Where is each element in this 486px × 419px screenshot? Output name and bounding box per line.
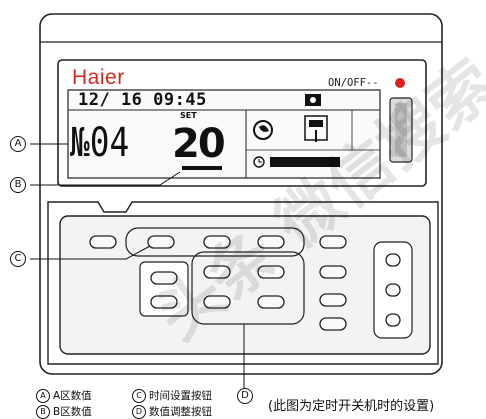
figure-caption: (此图为定时开关机时的设置) <box>268 399 435 414</box>
zone-a-value: №04 <box>70 120 130 166</box>
legend-text-c: 时间设置按钮 <box>149 390 212 402</box>
brand-logo: Haier <box>72 66 125 89</box>
button-2[interactable] <box>147 235 175 249</box>
button-1[interactable] <box>89 235 117 249</box>
legend-text-b: B区数值 <box>53 406 92 418</box>
unit-icon-detail <box>309 120 323 127</box>
callout-c: C <box>10 251 26 267</box>
legend-text-d: 数值调整按钮 <box>149 406 212 418</box>
legend-text-a: A区数值 <box>53 390 92 402</box>
callout-b: B <box>10 177 26 193</box>
callout-d: D <box>237 388 253 404</box>
legend-marker-b: B <box>36 405 50 419</box>
legend-item-b: B B区数值 <box>36 404 92 419</box>
right-button-2[interactable] <box>385 283 401 297</box>
right-button-1[interactable] <box>385 253 401 267</box>
button-12[interactable] <box>319 317 347 331</box>
button-11[interactable] <box>319 293 347 307</box>
mode-indicator-dot-icon <box>310 97 316 103</box>
button-8[interactable] <box>319 265 347 279</box>
legend-marker-c: C <box>132 389 146 403</box>
legend-marker-a: A <box>36 389 50 403</box>
legend-item-c: C 时间设置按钮 <box>132 388 212 403</box>
zone-b-value: 20 <box>172 121 226 167</box>
legend-item-a: A A区数值 <box>36 388 92 403</box>
on-off-label: ON/OFF-- <box>328 77 379 89</box>
set-label: SET <box>180 111 197 120</box>
callout-a: A <box>10 136 26 152</box>
legend-item-d: D 数值调整按钮 <box>132 404 212 419</box>
right-button-3[interactable] <box>385 313 401 327</box>
lcd-datetime: 12/ 16 09:45 <box>78 90 207 110</box>
legend-marker-d: D <box>132 405 146 419</box>
